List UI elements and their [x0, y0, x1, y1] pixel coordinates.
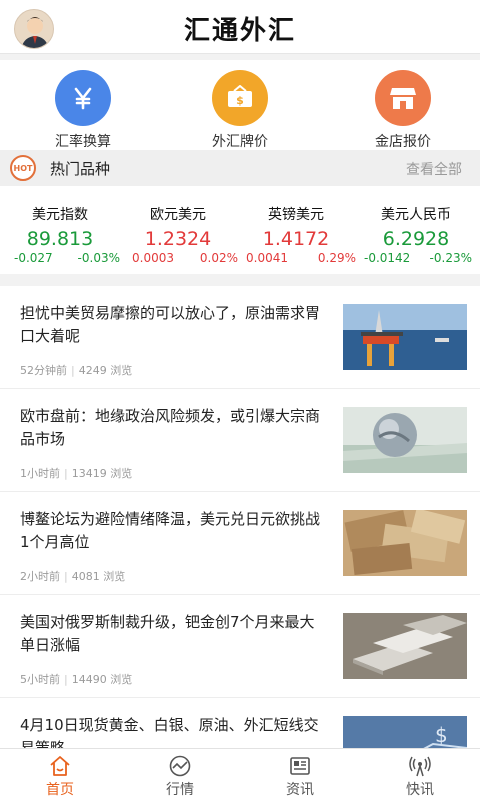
- store-icon: [375, 70, 431, 126]
- yuan-icon: [55, 70, 111, 126]
- section-title: 热门品种: [50, 160, 111, 178]
- quicknav-label: 汇率换算: [55, 134, 111, 150]
- news-title: 担忧中美贸易摩擦的可以放心了，原油需求胃口大着呢: [20, 304, 321, 345]
- app-header: 汇通外汇: [0, 0, 480, 54]
- news-meta: 2小时前 | 4081 浏览: [20, 570, 126, 583]
- news-meta: 52分钟前 | 4249 浏览: [20, 364, 133, 377]
- tab-flash[interactable]: 快讯: [360, 749, 480, 800]
- news-title: 欧市盘前：地缘政治风险频发，或引爆大宗商品市场: [20, 407, 321, 448]
- quote-name: 美元指数: [32, 207, 88, 223]
- page-title: 汇通外汇: [183, 16, 296, 46]
- list-item[interactable]: 担忧中美贸易摩擦的可以放心了，原油需求胃口大着呢 52分钟前 | 4249 浏览: [0, 286, 480, 389]
- quote-name: 欧元美元: [150, 207, 206, 223]
- list-item[interactable]: 博鳌论坛为避险情绪降温，美元兑日元欲挑战1个月高位 2小时前 | 4081 浏览: [0, 492, 480, 595]
- quicknav-fx-board[interactable]: $ 外汇牌价: [180, 70, 300, 151]
- divider: [0, 274, 480, 286]
- dollar-chart-image: $: [343, 716, 467, 748]
- list-item[interactable]: 4月10日现货黄金、白银、原油、外汇短线交易策略 $: [0, 698, 480, 748]
- hot-icon: HOT: [10, 155, 36, 181]
- tab-label: 快讯: [406, 782, 434, 798]
- quote-price: 1.4172: [262, 228, 330, 250]
- news-title: 4月10日现货黄金、白银、原油、外汇短线交易策略: [20, 716, 319, 748]
- quote-change: -0.027: [14, 251, 53, 265]
- news-meta: 1小时前 | 13419 浏览: [20, 467, 133, 480]
- view-all-link[interactable]: 查看全部: [406, 159, 462, 179]
- news-views: 13419 浏览: [71, 467, 133, 480]
- quote-change: 0.0041: [246, 251, 288, 265]
- quote-price: 6.2928: [382, 228, 450, 250]
- home-icon: [50, 756, 70, 776]
- quote-strip: 美元指数 89.813 -0.027 -0.03% 欧元美元 1.2324 0.…: [0, 190, 480, 272]
- svg-text:$: $: [236, 94, 244, 107]
- broadcast-icon: [409, 756, 431, 777]
- quicknav-rate-converter[interactable]: 汇率换算: [23, 70, 143, 151]
- globe-money-image: [343, 407, 467, 473]
- news-time: 5小时前: [20, 673, 60, 686]
- tab-label: 行情: [166, 782, 194, 798]
- quote-name: 美元人民币: [381, 207, 451, 223]
- quote-usdcny[interactable]: 美元人民币 6.2928 -0.0142 -0.23%: [356, 190, 476, 272]
- metal-bars-image: [343, 613, 467, 679]
- news-title: 博鳌论坛为避险情绪降温，美元兑日元欲挑战1个月高位: [20, 510, 321, 551]
- tab-label: 首页: [46, 782, 74, 798]
- yen-notes-image: [343, 510, 467, 576]
- quote-change: 0.0003: [132, 251, 174, 265]
- quote-percent: 0.29%: [317, 251, 356, 265]
- quicknav-label: 金店报价: [375, 134, 431, 150]
- news-views: 4081 浏览: [71, 570, 126, 583]
- list-item[interactable]: 美国对俄罗斯制裁升级，钯金创7个月来最大单日涨幅 5小时前 | 14490 浏览: [0, 595, 480, 698]
- svg-text:$: $: [435, 723, 448, 747]
- quote-usd-index[interactable]: 美元指数 89.813 -0.027 -0.03%: [0, 190, 120, 272]
- news-title: 美国对俄罗斯制裁升级，钯金创7个月来最大单日涨幅: [20, 613, 315, 654]
- quote-gbpusd[interactable]: 英镑美元 1.4172 0.0041 0.29%: [236, 190, 356, 272]
- tab-news[interactable]: 资讯: [240, 749, 360, 800]
- news-icon: [290, 757, 310, 775]
- quote-change: -0.0142: [364, 251, 411, 265]
- cash-icon: $: [212, 70, 268, 126]
- tab-home[interactable]: 首页: [0, 749, 120, 800]
- news-time: 1小时前: [20, 467, 60, 480]
- oil-rig-image: [343, 304, 467, 370]
- quote-name: 英镑美元: [268, 207, 324, 223]
- tab-label: 资讯: [286, 782, 314, 798]
- quote-price: 1.2324: [144, 228, 212, 250]
- quote-percent: -0.23%: [429, 251, 472, 265]
- quote-percent: -0.03%: [77, 251, 120, 265]
- quicknav-label: 外汇牌价: [212, 134, 268, 150]
- quicknav-gold-store[interactable]: 金店报价: [343, 70, 463, 151]
- news-meta: 5小时前 | 14490 浏览: [20, 673, 133, 686]
- bottom-tab-bar: 首页 行情 资讯 快讯: [0, 748, 480, 800]
- news-views: 14490 浏览: [71, 673, 133, 686]
- news-views: 4249 浏览: [78, 364, 133, 377]
- tab-market[interactable]: 行情: [120, 749, 240, 800]
- news-list: 担忧中美贸易摩擦的可以放心了，原油需求胃口大着呢 52分钟前 | 4249 浏览 欧…: [0, 286, 480, 748]
- chart-icon: [169, 755, 191, 777]
- quote-percent: 0.02%: [199, 251, 238, 265]
- quote-price: 89.813: [26, 228, 94, 250]
- news-time: 2小时前: [20, 570, 60, 583]
- quick-nav: 汇率换算 $ 外汇牌价 金店报价: [0, 60, 480, 151]
- hot-section-header: HOT 热门品种 查看全部: [0, 150, 480, 186]
- list-item[interactable]: 欧市盘前：地缘政治风险频发，或引爆大宗商品市场 1小时前 | 13419 浏览: [0, 389, 480, 492]
- quote-eurusd[interactable]: 欧元美元 1.2324 0.0003 0.02%: [118, 190, 238, 272]
- news-time: 52分钟前: [20, 364, 67, 377]
